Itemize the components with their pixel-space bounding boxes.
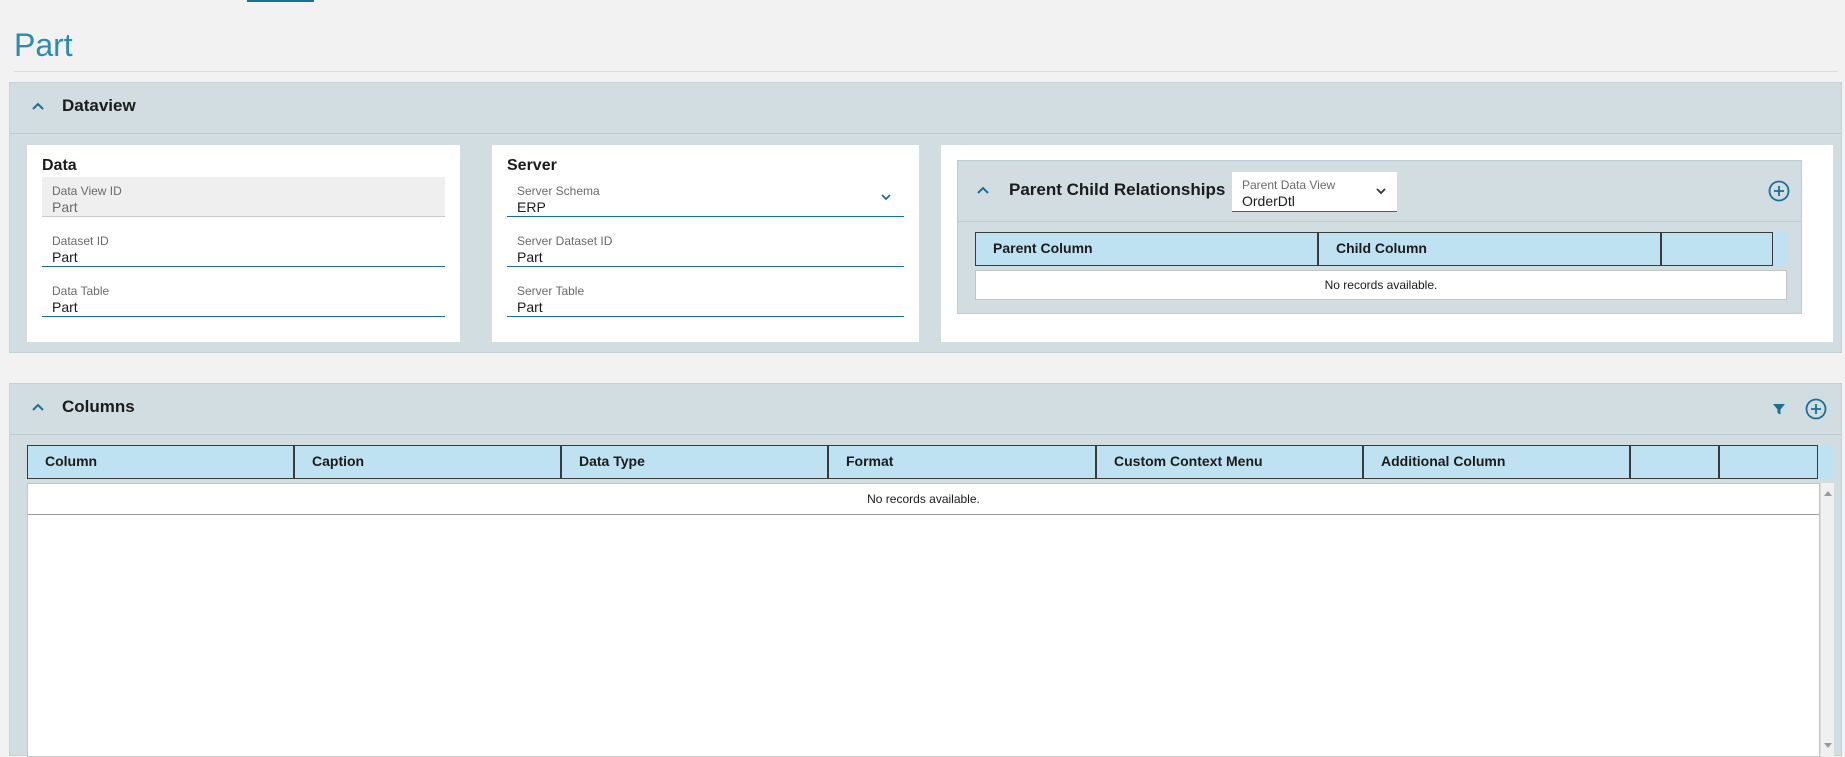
column-header-additional-column[interactable]: Additional Column [1364, 446, 1631, 478]
columns-grid-body: No records available. [27, 483, 1820, 757]
data-table-label: Data Table [52, 284, 110, 298]
column-header-column[interactable]: Column [28, 446, 295, 478]
chevron-up-icon[interactable] [972, 180, 994, 202]
chevron-down-icon[interactable] [1373, 183, 1389, 199]
dataview-section-header[interactable]: Dataview [10, 83, 1841, 134]
server-schema-label: Server Schema [517, 184, 600, 198]
column-header-caption[interactable]: Caption [295, 446, 562, 478]
data-table-value[interactable]: Part [52, 299, 78, 315]
relationships-grid-header-tail [1773, 232, 1787, 266]
column-header-custom-context-menu[interactable]: Custom Context Menu [1097, 446, 1364, 478]
server-schema-select[interactable]: Server Schema ERP [507, 177, 904, 217]
data-view-id-label: Data View ID [52, 184, 122, 198]
column-header-action-1 [1631, 446, 1720, 478]
scroll-down-arrow-icon[interactable] [1824, 743, 1832, 748]
column-header-child-column[interactable]: Child Column [1319, 233, 1662, 265]
relationships-title: Parent Child Relationships [1009, 180, 1226, 199]
dataset-id-label: Dataset ID [52, 234, 109, 248]
server-dataset-id-value[interactable]: Part [517, 249, 543, 265]
columns-no-records: No records available. [28, 484, 1819, 515]
column-header-action-2 [1720, 446, 1817, 478]
dataview-section: Dataview Data Data View ID Part Dataset … [9, 82, 1842, 353]
server-card-title: Server [507, 157, 557, 174]
columns-section: Columns Column Caption Data Type Format … [9, 383, 1842, 757]
parent-data-view-value: OrderDtl [1242, 193, 1295, 209]
parent-data-view-label: Parent Data View [1242, 178, 1336, 192]
dataview-section-title: Dataview [62, 96, 136, 115]
server-card: Server Server Schema ERP Server Dataset … [492, 145, 919, 342]
parent-child-relationships-panel: Parent Child Relationships Parent Data V… [957, 160, 1802, 314]
data-table-field[interactable]: Data Table Part [42, 277, 445, 317]
page-title: Part [14, 27, 73, 63]
server-dataset-id-label: Server Dataset ID [517, 234, 613, 248]
active-tab-indicator [247, 0, 314, 2]
filter-icon[interactable] [1767, 397, 1791, 421]
scroll-up-arrow-icon[interactable] [1824, 491, 1832, 496]
server-table-label: Server Table [517, 284, 585, 298]
relationships-card: Parent Child Relationships Parent Data V… [941, 145, 1833, 342]
chevron-up-icon[interactable] [27, 96, 49, 118]
data-view-id-value: Part [52, 199, 78, 215]
add-circle-icon[interactable] [1804, 397, 1828, 421]
columns-grid-header-tail [1818, 445, 1833, 479]
title-divider [14, 71, 1838, 72]
parent-data-view-select[interactable]: Parent Data View OrderDtl [1232, 172, 1397, 212]
data-card-title: Data [42, 157, 77, 174]
relationships-grid-header: Parent Column Child Column [975, 232, 1773, 266]
columns-grid-scrollbar[interactable] [1820, 483, 1834, 757]
column-header-actions [1662, 233, 1772, 265]
dataset-id-field[interactable]: Dataset ID Part [42, 227, 445, 267]
data-card: Data Data View ID Part Dataset ID Part D… [27, 145, 460, 342]
column-header-format[interactable]: Format [829, 446, 1097, 478]
relationships-header: Parent Child Relationships Parent Data V… [958, 161, 1801, 222]
columns-section-title: Columns [62, 397, 135, 416]
data-view-id-field: Data View ID Part [42, 177, 445, 217]
server-table-value[interactable]: Part [517, 299, 543, 315]
columns-section-header[interactable]: Columns [10, 384, 1841, 435]
dataset-id-value[interactable]: Part [52, 249, 78, 265]
chevron-up-icon[interactable] [27, 397, 49, 419]
server-table-field[interactable]: Server Table Part [507, 277, 904, 317]
relationships-no-records: No records available. [975, 270, 1787, 300]
column-header-parent-column[interactable]: Parent Column [976, 233, 1319, 265]
columns-grid-header: Column Caption Data Type Format Custom C… [27, 445, 1818, 479]
add-circle-icon[interactable] [1767, 179, 1791, 203]
server-dataset-id-field[interactable]: Server Dataset ID Part [507, 227, 904, 267]
chevron-down-icon[interactable] [878, 189, 894, 205]
server-schema-value: ERP [517, 199, 546, 215]
column-header-data-type[interactable]: Data Type [562, 446, 829, 478]
